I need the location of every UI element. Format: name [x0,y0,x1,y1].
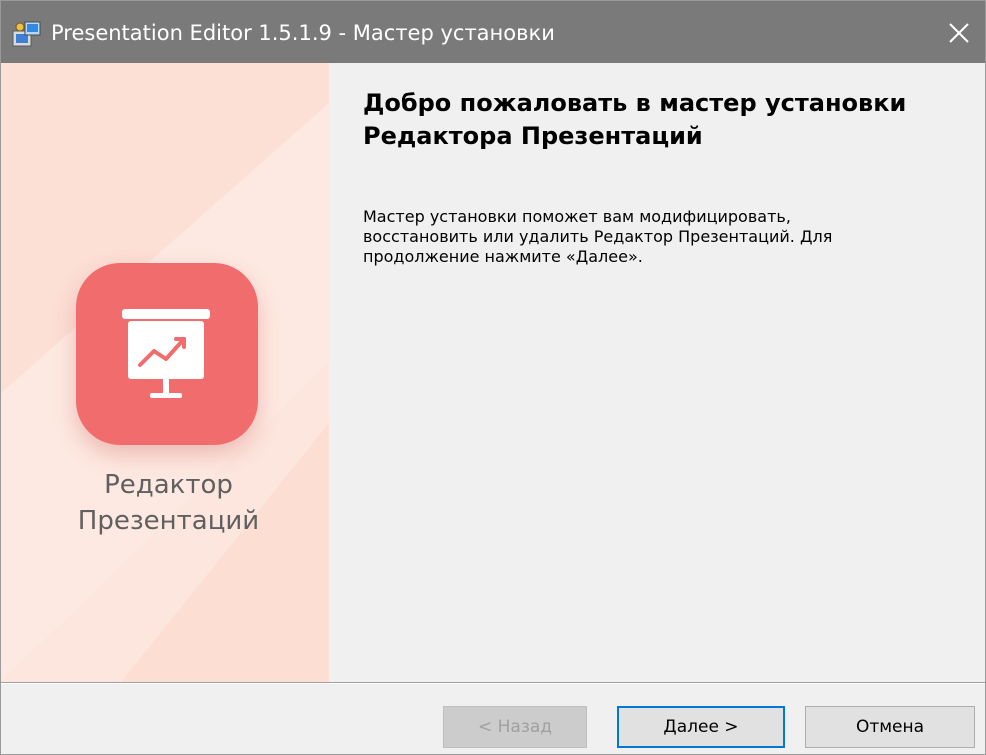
button-bar: < Назад Далее > Отмена [1,684,985,754]
cancel-button[interactable]: Отмена [805,706,975,748]
welcome-body-line-2: восстановить или удалить Редактор Презен… [363,227,833,246]
window-title: Presentation Editor 1.5.1.9 - Мастер уст… [51,21,555,45]
app-logo [76,263,258,445]
side-banner: Редактор Презентаций [1,63,329,682]
welcome-body-line-3: продолжение нажмите «Далее». [363,247,643,266]
welcome-title-line-1: Добро пожаловать в мастер установки [363,89,907,117]
title-bar[interactable]: Presentation Editor 1.5.1.9 - Мастер уст… [1,1,985,63]
caption-line-1: Редактор [104,470,233,500]
welcome-panel: Добро пожаловать в мастер установки Реда… [329,63,985,682]
welcome-body-line-1: Мастер установки поможет вам модифициров… [363,207,791,226]
welcome-title-line-2: Редактора Презентаций [363,122,703,150]
close-icon[interactable] [939,13,979,53]
welcome-title: Добро пожаловать в мастер установки Реда… [363,87,963,153]
presentation-board-icon [122,309,210,398]
caption-line-2: Презентаций [77,506,260,536]
next-button[interactable]: Далее > [617,706,785,748]
welcome-description: Мастер установки поможет вам модифициров… [363,207,963,267]
back-button[interactable]: < Назад [443,706,587,748]
installer-window: Presentation Editor 1.5.1.9 - Мастер уст… [0,0,986,755]
installer-icon [12,21,41,47]
app-name-caption: Редактор Презентаций [1,467,329,539]
